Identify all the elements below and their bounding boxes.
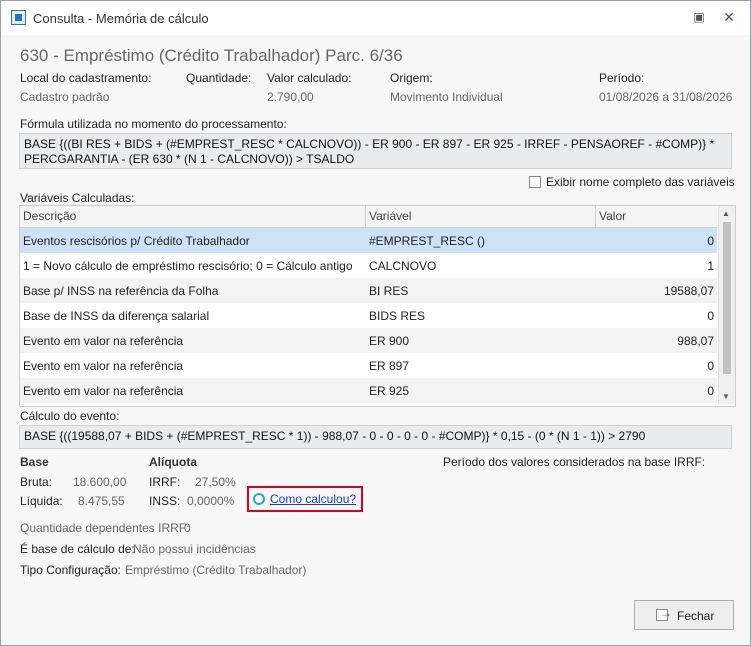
table-header: Descrição Variável Valor: [20, 206, 717, 228]
cell-variavel: #EMPREST_RESC (): [369, 234, 486, 248]
table-row[interactable]: Evento em valor na referência ER 900 988…: [20, 328, 717, 353]
table-row[interactable]: Evento em valor na referência ER 897 0: [20, 353, 717, 378]
origem-label: Origem:: [390, 71, 433, 85]
irrf-label: IRRF:: [149, 475, 181, 489]
scroll-up-icon[interactable]: ▲: [722, 209, 730, 218]
periodo-irrf-label: Período dos valores considerados na base…: [443, 455, 706, 469]
table-row[interactable]: Base p/ INSS na referência da Folha BI R…: [20, 278, 717, 303]
tipo-value: Empréstimo (Crédito Trabalhador): [125, 563, 307, 577]
table-row[interactable]: Evento em valor na referência ER 925 0: [20, 378, 717, 403]
formula-box: BASE {((BI RES + BIDS + (#EMPREST_RESC *…: [19, 133, 732, 169]
inss-value: 0,0000%: [187, 494, 235, 508]
inss-label: INSS:: [149, 494, 181, 508]
cell-descricao: Eventos rescisórios p/ Crédito Trabalhad…: [23, 234, 250, 248]
formula-label: Fórmula utilizada no momento do processa…: [20, 117, 287, 131]
content: 630 - Empréstimo (Crédito Trabalhador) P…: [1, 35, 750, 645]
cell-variavel: CALCNOVO: [369, 259, 437, 273]
cell-descricao: Base p/ INSS na referência da Folha: [23, 284, 219, 298]
tipo-label: Tipo Configuração:: [20, 563, 121, 577]
cell-valor: 19588,07: [663, 284, 714, 298]
periodo-value: 01/08/2026 a 31/08/2026: [599, 90, 733, 104]
cell-variavel: ER 925: [369, 384, 410, 398]
cell-valor: 0: [707, 309, 714, 323]
cell-variavel: BIDS RES: [369, 309, 426, 323]
liquida-label: Líquida:: [20, 494, 63, 508]
valor-value: 2.790,00: [267, 90, 314, 104]
como-calculou-link[interactable]: Como calculou?: [270, 492, 356, 506]
evento-box: BASE {((19588,07 + BIDS + (#EMPREST_RESC…: [19, 425, 732, 449]
base-calculo-value: Não possui incidências: [133, 542, 256, 556]
table-scrollbar[interactable]: ▲ ▼: [718, 206, 735, 404]
show-full-names-label[interactable]: Exibir nome completo das variáveis: [546, 175, 735, 189]
cell-descricao: Evento em valor na referência: [23, 384, 184, 398]
col-variavel[interactable]: Variável: [369, 209, 411, 223]
base-calculo-label: É base de cálculo de:: [20, 542, 135, 556]
cell-variavel: ER 897: [369, 359, 410, 373]
exit-icon: [656, 606, 672, 621]
variables-table[interactable]: Descrição Variável Valor Eventos rescisó…: [19, 205, 736, 407]
cell-valor: 0: [707, 359, 714, 373]
cell-variavel: BI RES: [369, 284, 409, 298]
cell-valor: 0: [707, 234, 714, 248]
periodo-label: Período:: [599, 71, 645, 85]
formula-line-2: PERCGARANTIA - (ER 630 * (N 1 - CALCNOVO…: [24, 152, 355, 166]
origem-value: Movimento Individual: [390, 90, 503, 104]
variables-label: Variáveis Calculadas:: [20, 191, 135, 205]
cell-descricao: Evento em valor na referência: [23, 359, 184, 373]
table-row[interactable]: Base de INSS da diferença salarial BIDS …: [20, 303, 717, 328]
bruta-value: 18.600,00: [73, 475, 127, 489]
title-bar[interactable]: Consulta - Memória de cálculo ▣ ✕: [1, 1, 750, 35]
valor-label: Valor calculado:: [267, 71, 352, 85]
dependentes-label: Quantidade dependentes IRRF:: [20, 521, 190, 535]
page-title: 630 - Empréstimo (Crédito Trabalhador) P…: [20, 46, 403, 65]
help-circle-icon[interactable]: [253, 493, 265, 505]
window: Consulta - Memória de cálculo ▣ ✕ 630 - …: [0, 0, 751, 646]
evento-label: Cálculo do evento:: [20, 409, 120, 423]
scroll-down-icon[interactable]: ▼: [722, 392, 730, 401]
col-descricao[interactable]: Descrição: [23, 209, 76, 223]
local-label: Local do cadastramento:: [20, 71, 152, 85]
cell-valor: 1: [707, 259, 714, 273]
restore-icon[interactable]: ▣: [691, 9, 707, 25]
cell-valor: 988,07: [677, 334, 714, 348]
col-valor[interactable]: Valor: [599, 209, 626, 223]
quantidade-label: Quantidade:: [186, 71, 252, 85]
evento-text: BASE {((19588,07 + BIDS + (#EMPREST_RESC…: [24, 429, 646, 443]
cell-descricao: Evento em valor na referência: [23, 334, 184, 348]
cell-variavel: ER 900: [369, 334, 410, 348]
bruta-label: Bruta:: [20, 475, 53, 489]
fechar-button[interactable]: Fechar: [634, 600, 734, 630]
table-row[interactable]: Eventos rescisórios p/ Crédito Trabalhad…: [20, 228, 717, 253]
fechar-label: Fechar: [677, 609, 715, 623]
local-value: Cadastro padrão: [20, 90, 110, 104]
formula-line-1: BASE {((BI RES + BIDS + (#EMPREST_RESC *…: [24, 137, 715, 151]
cell-descricao: 1 = Novo cálculo de empréstimo rescisóri…: [23, 259, 353, 273]
scroll-thumb[interactable]: [723, 222, 731, 374]
cell-valor: 0: [707, 384, 714, 398]
base-title: Base: [20, 455, 49, 469]
aliquota-title: Alíquota: [149, 455, 197, 469]
como-calculou-highlight: Como calculou?: [247, 486, 363, 512]
app-icon: [11, 10, 26, 25]
close-icon[interactable]: ✕: [721, 9, 737, 25]
table-row[interactable]: 1 = Novo cálculo de empréstimo rescisóri…: [20, 253, 717, 278]
cell-descricao: Base de INSS da diferença salarial: [23, 309, 210, 323]
irrf-value: 27,50%: [195, 475, 236, 489]
window-title: Consulta - Memória de cálculo: [33, 11, 209, 26]
show-full-names-checkbox[interactable]: [529, 176, 541, 188]
liquida-value: 8.475,55: [78, 494, 125, 508]
dependentes-value: 0: [184, 521, 191, 535]
